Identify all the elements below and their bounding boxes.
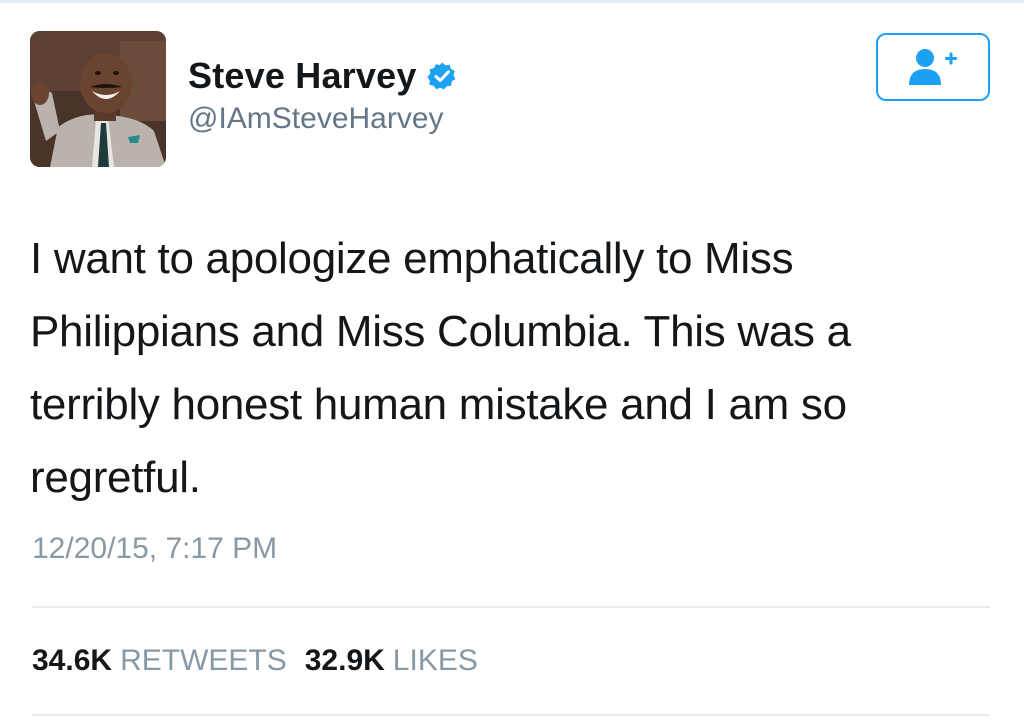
like-label[interactable]: LIKES — [393, 644, 478, 678]
follow-button[interactable] — [876, 33, 990, 101]
verified-badge-icon — [426, 61, 457, 91]
tweet-line: I want to apologize emphatically to Miss — [30, 234, 794, 283]
retweet-count[interactable]: 34.6K — [32, 644, 112, 678]
user-handle[interactable]: @IAmSteveHarvey — [188, 102, 444, 136]
tweet-line: regretful. — [30, 453, 201, 502]
name-row: Steve Harvey — [188, 54, 457, 98]
avatar-photo — [30, 31, 166, 167]
avatar[interactable] — [30, 31, 166, 167]
like-count[interactable]: 32.9K — [305, 644, 385, 678]
tweet-text: I want to apologize emphatically to Miss… — [30, 222, 1005, 514]
tweet-stats: 34.6K RETWEETS 32.9K LIKES — [32, 644, 496, 678]
follow-user-plus-icon — [909, 49, 957, 85]
retweet-label[interactable]: RETWEETS — [120, 644, 287, 678]
divider — [32, 606, 990, 608]
tweet-card: Steve Harvey @IAmSteveHarvey I want to a… — [0, 0, 1024, 720]
display-name[interactable]: Steve Harvey — [188, 55, 417, 97]
tweet-line: Philippians and Miss Columbia. This was … — [30, 307, 851, 356]
tweet-line: terribly honest human mistake and I am s… — [30, 380, 847, 429]
top-border — [0, 0, 1024, 3]
divider — [32, 714, 990, 716]
tweet-timestamp[interactable]: 12/20/15, 7:17 PM — [32, 532, 277, 566]
